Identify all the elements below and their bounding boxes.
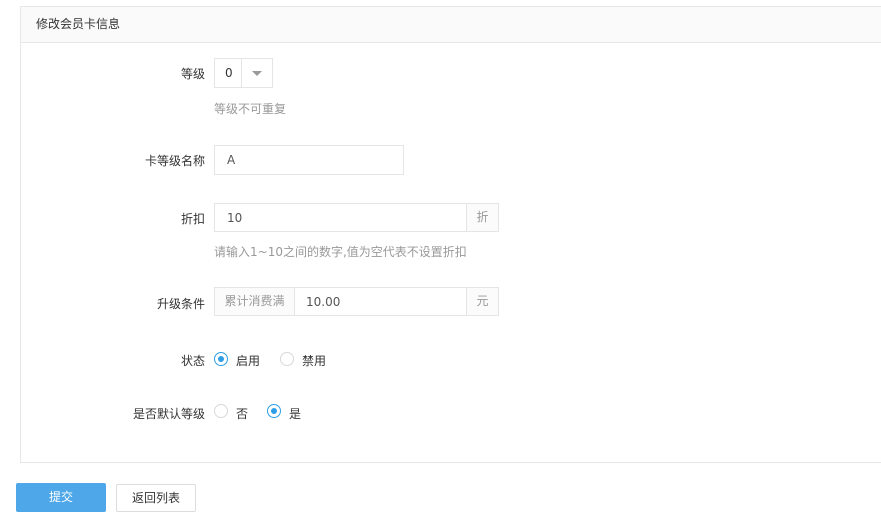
upgrade-label: 升级条件 <box>156 297 205 311</box>
card-name-value: A <box>227 153 236 167</box>
status-enable-label[interactable]: 启用 <box>236 352 260 369</box>
status-enable-radio[interactable] <box>214 352 228 366</box>
default-no-radio[interactable] <box>214 404 228 418</box>
upgrade-amount-value: 10.00 <box>306 295 341 309</box>
level-value: 0 <box>225 66 233 80</box>
chevron-down-icon[interactable] <box>252 71 262 76</box>
card-name-label: 卡等级名称 <box>144 154 205 168</box>
discount-hint: 请输入1~10之间的数字,值为空代表不设置折扣 <box>214 245 467 259</box>
default-no-label[interactable]: 否 <box>236 405 248 422</box>
level-label: 等级 <box>180 67 205 81</box>
upgrade-amount-input[interactable]: 10.00 <box>294 287 467 316</box>
default-level-label: 是否默认等级 <box>132 407 205 421</box>
default-yes-radio[interactable] <box>267 404 281 418</box>
card-name-input[interactable]: A <box>214 145 404 175</box>
submit-button[interactable]: 提交 <box>16 483 106 512</box>
discount-suffix: 折 <box>466 203 499 232</box>
discount-label: 折扣 <box>180 212 205 226</box>
upgrade-prefix: 累计消费满 <box>214 287 295 316</box>
status-disable-radio[interactable] <box>280 352 294 366</box>
status-disable-label[interactable]: 禁用 <box>302 352 326 369</box>
upgrade-suffix: 元 <box>466 287 499 316</box>
level-select[interactable]: 0 <box>214 58 273 88</box>
discount-value: 10 <box>227 211 243 225</box>
level-select-divider <box>241 59 242 87</box>
level-hint: 等级不可重复 <box>214 102 287 116</box>
panel-title: 修改会员卡信息 <box>21 7 881 43</box>
back-to-list-button[interactable]: 返回列表 <box>116 484 196 512</box>
default-yes-label[interactable]: 是 <box>289 405 301 422</box>
member-card-panel: 修改会员卡信息 <box>20 6 881 463</box>
discount-input[interactable]: 10 <box>214 203 467 232</box>
status-label: 状态 <box>180 354 205 368</box>
